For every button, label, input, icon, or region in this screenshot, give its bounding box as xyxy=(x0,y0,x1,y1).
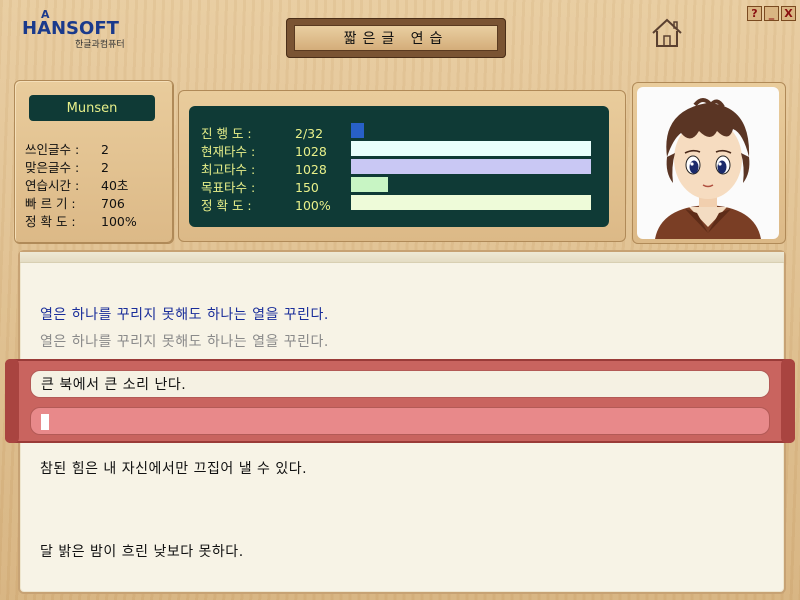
band-left-cap xyxy=(5,359,19,443)
stats-panel: Munsen 쓰인글수 :2 맞은글수 :2 연습시간 :40초 빠 르 기 :… xyxy=(14,80,174,244)
progress-bar-fill xyxy=(351,159,591,174)
progress-bar-fill xyxy=(351,195,591,210)
progress-row-accuracy: 정 확 도 :100% xyxy=(201,198,331,213)
progress-bar-current-speed xyxy=(351,141,591,156)
progress-bar-target-speed xyxy=(351,177,591,192)
progress-row-best-speed: 최고타수 :1028 xyxy=(201,162,327,177)
progress-bar-accuracy xyxy=(351,195,591,210)
progress-bar-fill xyxy=(351,141,591,156)
scroll-edge xyxy=(20,252,784,263)
help-button[interactable]: ? xyxy=(747,6,762,21)
progress-panel: 진 행 도 :2/32 현재타수 :1028 최고타수 :1028 목표타수 :… xyxy=(178,90,626,242)
logo-subtitle: 한글과컴퓨터 xyxy=(75,40,125,50)
stat-written: 쓰인글수 :2 xyxy=(25,142,109,157)
typing-input[interactable] xyxy=(30,407,770,435)
progress-row-progress: 진 행 도 :2/32 xyxy=(201,126,324,141)
character-portrait-icon xyxy=(655,98,761,239)
title-plaque: 짧은글 연습 xyxy=(286,18,506,58)
progress-bar-fill xyxy=(351,177,388,192)
active-line-band: 큰 북에서 큰 소리 난다. xyxy=(5,359,795,443)
progress-row-current-speed: 현재타수 :1028 xyxy=(201,144,327,159)
progress-bar-fill xyxy=(351,123,364,138)
avatar-frame xyxy=(632,82,786,244)
stat-time: 연습시간 :40초 xyxy=(25,178,129,193)
band-right-cap xyxy=(781,359,795,443)
username-label: Munsen xyxy=(29,95,155,121)
progress-board: 진 행 도 :2/32 현재타수 :1028 최고타수 :1028 목표타수 :… xyxy=(189,106,609,227)
progress-row-target-speed: 목표타수 :150 xyxy=(201,180,319,195)
current-target-line: 큰 북에서 큰 소리 난다. xyxy=(30,370,770,398)
logo-text: HANSOFT xyxy=(22,18,119,39)
page-title: 짧은글 연습 xyxy=(294,25,498,51)
close-button[interactable]: X xyxy=(781,6,796,21)
stat-accuracy: 정 확 도 :100% xyxy=(25,214,137,229)
window-controls: ? _ X xyxy=(747,6,796,21)
stat-correct: 맞은글수 :2 xyxy=(25,160,109,175)
next-line-1: 참된 힘은 내 자신에서만 끄집어 낼 수 있다. xyxy=(40,461,308,477)
progress-bar-best-speed xyxy=(351,159,591,174)
minimize-button[interactable]: _ xyxy=(764,6,779,21)
avatar xyxy=(637,87,779,239)
next-line-2: 달 밝은 밤이 흐린 낮보다 못하다. xyxy=(40,544,244,560)
stat-speed: 빠 르 기 :706 xyxy=(25,196,125,211)
hansoft-logo: A HANSOFT 한글과컴퓨터 xyxy=(22,8,142,50)
previous-typed-line: 열은 하나를 꾸리지 못해도 하나는 열을 꾸린다. xyxy=(40,334,329,350)
text-cursor xyxy=(41,414,49,430)
home-icon[interactable] xyxy=(650,17,684,49)
progress-bar-progress xyxy=(351,123,591,138)
previous-target-line: 열은 하나를 꾸리지 못해도 하나는 열을 꾸린다. xyxy=(40,307,329,323)
